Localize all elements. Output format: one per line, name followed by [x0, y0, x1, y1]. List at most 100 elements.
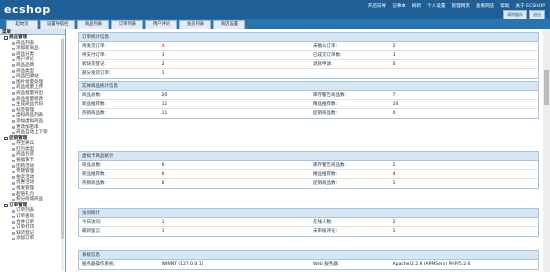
stat-row: 今日访问: 1 在线人数: 2 — [79, 218, 538, 227]
nav-tabs: 起始页 设置导航栏 商品列表 订单列表 用户评论 会员列表 商店设置 — [0, 19, 550, 29]
stat-value: 6 — [161, 172, 165, 177]
panel-visit-stats: 访问统计 今日访问: 1 在线人数: 2 最新留言: 1 未审核评论: 1 — [78, 208, 539, 237]
stat-value: 1 — [392, 181, 396, 186]
stat-value: 2 — [161, 62, 165, 67]
panel-system-info: 系统信息服务器操作系统: WINNT (127.0.0.1) Web 服务器: Apa… — [78, 250, 539, 270]
panel-title: 系统信息 — [79, 251, 538, 260]
stat-label[interactable]: 在线人数: — [310, 218, 390, 226]
panel-goods-stats: 实体商品统计信息 商品总数: 20 库存警告商品数: 7 新品推荐数: 11 精品推荐数: 10… — [78, 81, 539, 119]
ecshop-logo: ecshop — [4, 3, 51, 16]
panel-title: 虚拟卡商品统计 — [79, 152, 538, 161]
top-link-about[interactable]: 关于 ECSHOP — [515, 3, 545, 9]
stat-row: 服务器操作系统: WINNT (127.0.0.1) Web 服务器: Apache/… — [79, 260, 538, 269]
stat-label[interactable]: 已成交订单数: — [310, 51, 390, 59]
stat-value: 3 — [161, 53, 165, 58]
stat-value: 1 — [161, 229, 165, 234]
stat-value: 0 — [392, 62, 396, 67]
stat-row: 部分发货订单: 1 — [79, 69, 538, 78]
top-link-refresh[interactable]: 刷新 — [412, 3, 421, 9]
stat-label[interactable]: 退款申请: — [310, 60, 390, 68]
sidebar-menu: 菜单 − 商品管理 商品列表 添加新商品 商品分类 用户评论 商品品牌 商品类型 商品回收站 图片… — [0, 29, 66, 272]
stat-label[interactable]: 商品总数: — [79, 161, 159, 169]
stat-label[interactable]: 热销商品数: — [79, 179, 159, 188]
stat-value: 1 — [161, 71, 165, 76]
top-link-settings[interactable]: 个人设置 — [427, 3, 445, 9]
top-link-manage[interactable]: 管理网页 — [452, 3, 470, 9]
collapse-icon[interactable]: − — [4, 136, 8, 141]
stat-row: 热销商品数: 6 促销商品数: 1 — [79, 179, 538, 188]
stat-label[interactable]: 库存警告商品数: — [310, 161, 390, 169]
stat-row: 商品总数: 20 库存警告商品数: 7 — [79, 91, 538, 100]
stat-label[interactable]: 未审核评论: — [310, 227, 390, 236]
stat-label[interactable]: 今日访问: — [79, 218, 159, 226]
top-link-view-store[interactable]: 查看网店 — [476, 3, 494, 9]
stat-label[interactable]: 精品推荐数: — [310, 170, 390, 178]
stat-value: 3 — [392, 53, 396, 58]
panel-title: 访问统计 — [79, 209, 538, 218]
stat-label[interactable]: 新品推荐数: — [79, 100, 159, 108]
top-header-bar: ecshop 开店向导 记事本 刷新 个人设置 管理网页 查看网店 帮助 关于 … — [0, 0, 550, 20]
stat-value: 2 — [392, 220, 396, 225]
stat-value: Apache/2.2.9 (APMServ) PHP/5.2.6 — [392, 262, 471, 267]
stat-label: 服务器操作系统: — [82, 262, 116, 267]
main-scrollbar[interactable] — [543, 29, 550, 272]
stat-row: 新品推荐数: 6 精品推荐数: 4 — [79, 170, 538, 179]
stat-value: 0 — [392, 111, 396, 116]
stat-value: 4 — [392, 172, 396, 177]
stat-label: Web 服务器: — [313, 262, 340, 267]
stat-row: 商品总数: 6 库存警告商品数: 2 — [79, 161, 538, 170]
stat-value: 10 — [392, 102, 399, 107]
sidebar-scrollbar[interactable] — [61, 36, 64, 271]
stat-value — [390, 69, 538, 78]
collapse-icon[interactable]: − — [4, 36, 8, 40]
sidebar-list: − 商品管理 商品列表 添加新商品 商品分类 用户评论 商品品牌 商品类型 商品回收站 图片批量处… — [0, 35, 65, 242]
stat-value: 7 — [392, 93, 396, 98]
tab-goods-list[interactable]: 商品列表 — [77, 20, 110, 29]
stat-label[interactable]: 新缺货登记: — [79, 60, 159, 68]
stat-row: 新缺货登记: 2 退款申请: 0 — [79, 60, 538, 69]
sidebar-item[interactable]: 添加订单 — [0, 236, 65, 242]
stat-value: 2 — [392, 44, 396, 49]
stat-label[interactable]: 最新留言: — [79, 227, 159, 236]
tab-order-list[interactable]: 订单列表 — [111, 20, 144, 29]
stat-value: 1 — [392, 229, 396, 234]
top-link-notepad[interactable]: 记事本 — [392, 3, 406, 9]
collapse-icon[interactable]: − — [4, 203, 8, 208]
panel-title: 订单统计信息 — [79, 33, 538, 42]
main-content: 订单统计信息 待发货订单: 4 未确认订单: 2 待支付订单: 3 已成交订单数: 3 新缺货登记… — [66, 29, 543, 272]
top-link-wizard[interactable]: 开店向导 — [368, 3, 386, 9]
stat-label[interactable]: 库存警告商品数: — [310, 91, 390, 99]
stat-value: 1 — [161, 220, 165, 225]
stat-value: 6 — [161, 181, 165, 186]
stat-value: 6 — [161, 163, 165, 168]
tab-nav-settings[interactable]: 设置导航栏 — [40, 20, 76, 29]
stat-row: 热销商品数: 11 促销商品数: 0 — [79, 109, 538, 118]
panel-virtual-stats: 虚拟卡商品统计 商品总数: 6 库存警告商品数: 2 新品推荐数: 6 精品推荐数: 4 热销商品… — [78, 151, 539, 189]
stat-label[interactable]: 待支付订单: — [79, 51, 159, 59]
panel-title: 实体商品统计信息 — [79, 82, 538, 91]
stat-label[interactable]: 新品推荐数: — [79, 170, 159, 178]
stat-label[interactable]: 部分发货订单: — [79, 69, 159, 78]
tab-members[interactable]: 会员列表 — [179, 20, 212, 29]
top-link-help[interactable]: 帮助 — [500, 3, 509, 9]
stat-label[interactable]: 待发货订单: — [79, 42, 159, 50]
tab-home[interactable]: 起始页 — [6, 20, 38, 29]
stat-label[interactable]: 商品总数: — [79, 91, 159, 99]
stat-row: 新品推荐数: 11 精品推荐数: 10 — [79, 100, 538, 109]
stat-value: 11 — [161, 102, 168, 107]
stat-row: 待发货订单: 4 未确认订单: 2 — [79, 42, 538, 51]
stat-value: 4 — [161, 44, 165, 49]
main-scroll-thumb[interactable] — [544, 70, 549, 105]
stat-label[interactable]: 精品推荐数: — [310, 100, 390, 108]
stat-label[interactable]: 热销商品数: — [79, 109, 159, 118]
stat-row: 最新留言: 1 未审核评论: 1 — [79, 227, 538, 236]
tab-comments[interactable]: 用户评论 — [145, 20, 178, 29]
tab-shop-settings[interactable]: 商店设置 — [213, 20, 246, 29]
stat-value: 11 — [161, 111, 168, 116]
top-links: 开店向导 记事本 刷新 个人设置 管理网页 查看网店 帮助 关于 ECSHOP — [368, 3, 545, 9]
stat-label[interactable]: 促销商品数: — [310, 179, 390, 188]
sidebar-scroll-thumb[interactable] — [61, 39, 64, 239]
stat-label[interactable]: 促销商品数: — [310, 109, 390, 118]
stat-label[interactable]: 未确认订单: — [310, 42, 390, 50]
stat-value: WINNT (127.0.0.1) — [161, 262, 204, 267]
